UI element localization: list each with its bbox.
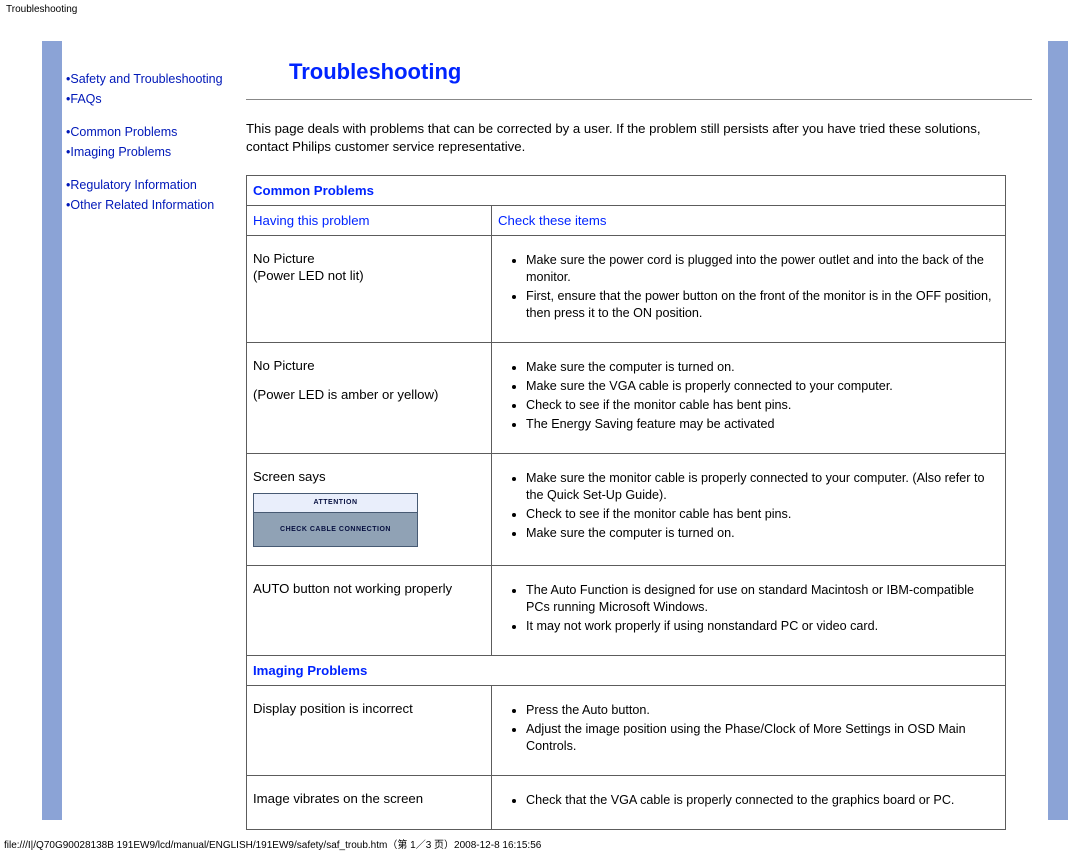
row3-problem: Screen says ATTENTION CHECK CABLE CONNEC… [247, 454, 492, 565]
window-header: Troubleshooting [0, 0, 1080, 19]
row2-checks: Make sure the computer is turned on. Mak… [492, 343, 1006, 454]
right-blue-stripe [1048, 41, 1068, 820]
sidebar-link-common[interactable]: Common Problems [70, 125, 177, 139]
col-checks: Check these items [492, 206, 1006, 236]
sidebar-link-imaging[interactable]: Imaging Problems [70, 145, 171, 159]
row4-problem: AUTO button not working properly [247, 565, 492, 655]
attention-image: ATTENTION CHECK CABLE CONNECTION [253, 493, 418, 546]
row6-problem: Image vibrates on the screen [247, 775, 492, 829]
sidebar-link-safety[interactable]: Safety and Troubleshooting [70, 72, 222, 86]
row6-checks: Check that the VGA cable is properly con… [492, 775, 1006, 829]
row5-checks: Press the Auto button. Adjust the image … [492, 685, 1006, 775]
row2-problem: No Picture (Power LED is amber or yellow… [247, 343, 492, 454]
col-problem: Having this problem [247, 206, 492, 236]
sidebar-link-regulatory[interactable]: Regulatory Information [70, 178, 196, 192]
sidebar-link-other[interactable]: Other Related Information [70, 198, 214, 212]
intro-text: This page deals with problems that can b… [246, 120, 1032, 157]
row3-checks: Make sure the monitor cable is properly … [492, 454, 1006, 565]
row1-problem: No Picture (Power LED not lit) [247, 236, 492, 343]
row4-checks: The Auto Function is designed for use on… [492, 565, 1006, 655]
section-common: Common Problems [247, 175, 1006, 205]
sidebar-nav: •Safety and Troubleshooting •FAQs •Commo… [42, 19, 226, 216]
troubleshooting-table: Common Problems Having this problem Chec… [246, 175, 1006, 830]
sidebar-link-faqs[interactable]: FAQs [70, 92, 101, 106]
row5-problem: Display position is incorrect [247, 685, 492, 775]
footer-file-path: file:///I|/Q70G90028138B 191EW9/lcd/manu… [0, 830, 1080, 851]
left-blue-stripe [42, 41, 62, 820]
section-imaging: Imaging Problems [247, 655, 1006, 685]
title-rule [246, 99, 1032, 100]
row1-checks: Make sure the power cord is plugged into… [492, 236, 1006, 343]
page-title: Troubleshooting [289, 59, 1032, 85]
main-content: Troubleshooting This page deals with pro… [246, 19, 1052, 830]
